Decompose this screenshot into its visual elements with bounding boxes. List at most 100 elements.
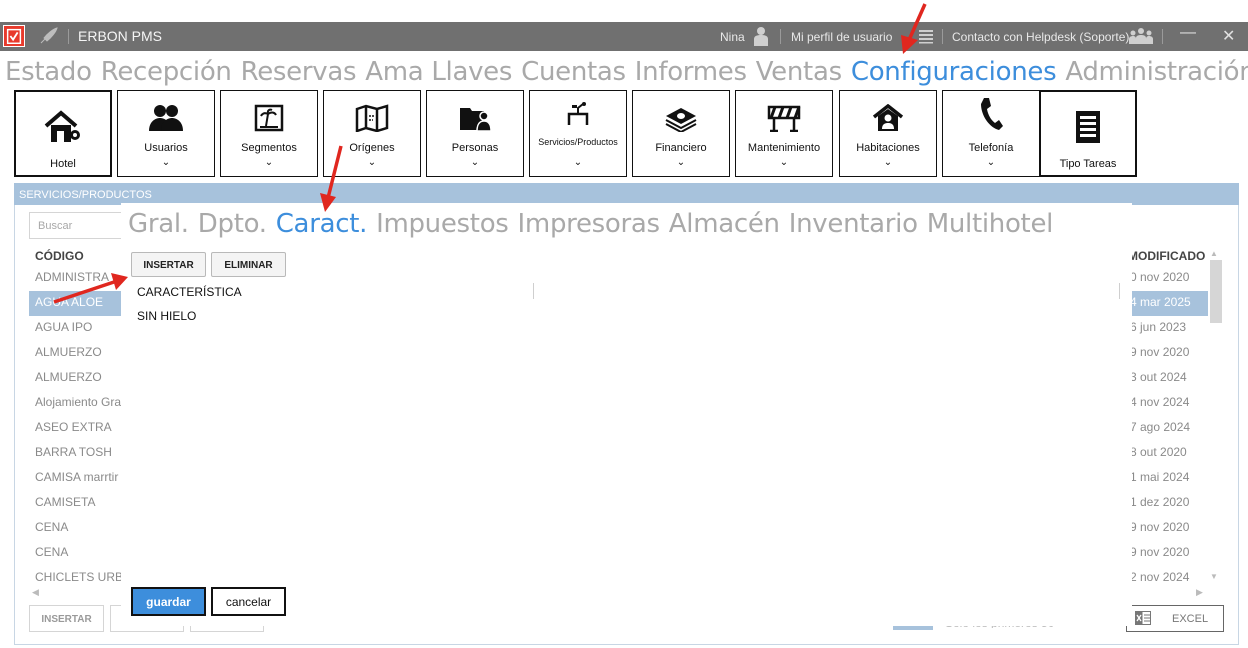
tile-label: Hotel [50,158,76,170]
table-row[interactable]: CENA [29,541,129,566]
modified-date-cell: 1 mai 2024 [1130,470,1190,484]
panel-insert-button[interactable]: INSERTAR [29,605,104,632]
characteristic-row[interactable]: SIN HIELO [137,309,196,323]
tile-label: Servicios/Productos [538,137,618,147]
insert-button[interactable]: INSERTAR [131,252,206,277]
tile-label: Usuarios [144,142,188,154]
home-pin-icon [44,110,80,142]
barrier-icon [767,105,801,132]
nav-cuentas[interactable]: Cuentas [521,57,626,87]
profile-link[interactable]: Mi perfil de usuario [791,30,892,44]
table-row[interactable]: CENA [29,516,129,541]
code-column-header[interactable]: CÓDIGO [35,249,84,263]
search-input[interactable]: Buscar [29,212,129,239]
table-row[interactable]: ADMINISTRA [29,266,129,291]
scroll-up-arrow-icon[interactable]: ▲ [1210,249,1218,258]
chevron-down-icon: ⌄ [883,157,893,168]
table-row[interactable]: ALMUERZO [29,341,129,366]
column-divider[interactable] [533,283,534,299]
tile-habitaciones[interactable]: Habitaciones ⌄ [839,90,937,177]
tab-inventory[interactable]: Inventario [789,209,918,239]
table-row[interactable]: ALMUERZO [29,366,129,391]
tile-mantenimiento[interactable]: Mantenimiento ⌄ [735,90,833,177]
modified-date-cell: 4 mar 2025 [1128,291,1208,316]
tile-label: Orígenes [349,142,395,154]
tab-department[interactable]: Dpto. [198,209,267,239]
save-button[interactable]: guardar [131,587,206,616]
chevron-down-icon: ⌄ [367,157,377,168]
tile-servicios-productos[interactable]: Servicios/Productos ⌄ [529,90,627,177]
desk-lamp-icon [567,102,589,125]
tile-usuarios[interactable]: Usuarios ⌄ [117,90,215,177]
beach-picture-icon [254,104,284,132]
nav-administracion[interactable]: Administración [1065,57,1248,87]
tab-warehouse[interactable]: Almacén [669,209,780,239]
tile-telefonia[interactable]: Telefonía ⌄ [942,90,1040,177]
close-button[interactable]: ✕ [1222,26,1235,46]
tab-general[interactable]: Gral. [128,209,189,239]
cancel-button[interactable]: cancelar [211,587,286,616]
excel-icon [1135,611,1151,625]
tab-taxes[interactable]: Impuestos [376,209,509,239]
chevron-down-icon: ⌄ [779,157,789,168]
list-icon[interactable] [918,28,934,44]
nav-ama-llaves[interactable]: Ama Llaves [365,57,512,87]
table-row[interactable]: Alojamiento Gra [29,391,129,416]
user-name: Nina [720,30,745,44]
rocket-icon[interactable] [38,26,60,46]
user-avatar-icon[interactable] [750,25,772,47]
vertical-scrollbar[interactable] [1210,260,1222,323]
characteristic-column-header[interactable]: CARACTERÍSTICA [137,285,242,299]
table-row[interactable]: CHICLETS URBAN [29,566,129,591]
nav-recepcion[interactable]: Recepción [101,57,232,87]
tile-personas[interactable]: Personas ⌄ [426,90,524,177]
scroll-left-arrow-icon[interactable]: ◀ [32,587,39,598]
table-row[interactable]: AGUA IPO [29,316,129,341]
tab-multihotel[interactable]: Multihotel [927,209,1054,239]
services-panel-header: SERVICIOS/PRODUCTOS [14,183,1239,205]
tile-origenes[interactable]: Orígenes ⌄ [323,90,421,177]
tile-tipo-tareas[interactable]: Tipo Tareas [1039,90,1137,177]
table-row[interactable]: BARRA TOSH [29,441,129,466]
dialog-tabs: Gral. Dpto. Caract. Impuestos Impresoras Alma… [128,209,1062,239]
helpdesk-link[interactable]: Contacto con Helpdesk (Soporte) [952,30,1129,44]
delete-button[interactable]: ELIMINAR [211,252,286,277]
scroll-right-arrow-icon[interactable]: ▶ [1196,587,1203,598]
list-icon [1076,111,1100,143]
map-icon [355,104,389,132]
modified-date-cell: 7 ago 2024 [1130,420,1191,434]
modified-date-cell: 4 nov 2024 [1130,395,1190,409]
support-group-icon[interactable] [1128,27,1154,45]
nav-informes[interactable]: Informes [635,57,747,87]
nav-reservas[interactable]: Reservas [241,57,357,87]
table-row[interactable]: ASEO EXTRA [29,416,129,441]
tile-label: Tipo Tareas [1059,158,1117,170]
chevron-down-icon: ⌄ [676,157,686,168]
modified-date-cell: 1 dez 2020 [1130,495,1190,509]
tile-segmentos[interactable]: Segmentos ⌄ [220,90,318,177]
table-row[interactable]: AGUA ALOE [29,291,129,316]
tile-financiero[interactable]: Financiero ⌄ [632,90,730,177]
column-divider[interactable] [1119,283,1120,299]
table-row[interactable]: CAMISETA [29,491,129,516]
title-bar: ERBON PMS Nina Mi perfil de usuario Cont… [0,22,1248,51]
separator [1162,29,1163,44]
nav-estado[interactable]: Estado [5,57,92,87]
tile-label: Financiero [655,142,707,154]
modified-date-cell: 3 out 2024 [1130,370,1187,384]
scroll-down-arrow-icon[interactable]: ▼ [1210,572,1218,581]
nav-configuraciones[interactable]: Configuraciones [851,57,1057,87]
table-row[interactable]: CAMISA marrtir [29,466,129,491]
tab-characteristics[interactable]: Caract. [276,209,368,239]
modified-date-cell: 9 nov 2020 [1130,545,1190,559]
modified-date-cell: 0 nov 2020 [1130,270,1190,284]
tile-hotel[interactable]: Hotel [14,90,112,177]
main-nav: Estado Recepción Reservas Ama Llaves Cuentas… [5,57,1248,91]
modified-column-header[interactable]: MODIFICADO E [1128,249,1208,263]
chevron-down-icon: ⌄ [264,157,274,168]
tab-printers[interactable]: Impresoras [518,209,661,239]
minimize-button[interactable]: — [1180,24,1196,42]
nav-ventas[interactable]: Ventas [756,57,842,87]
person-folder-icon [460,108,492,132]
tile-label: Telefonía [968,142,1014,154]
